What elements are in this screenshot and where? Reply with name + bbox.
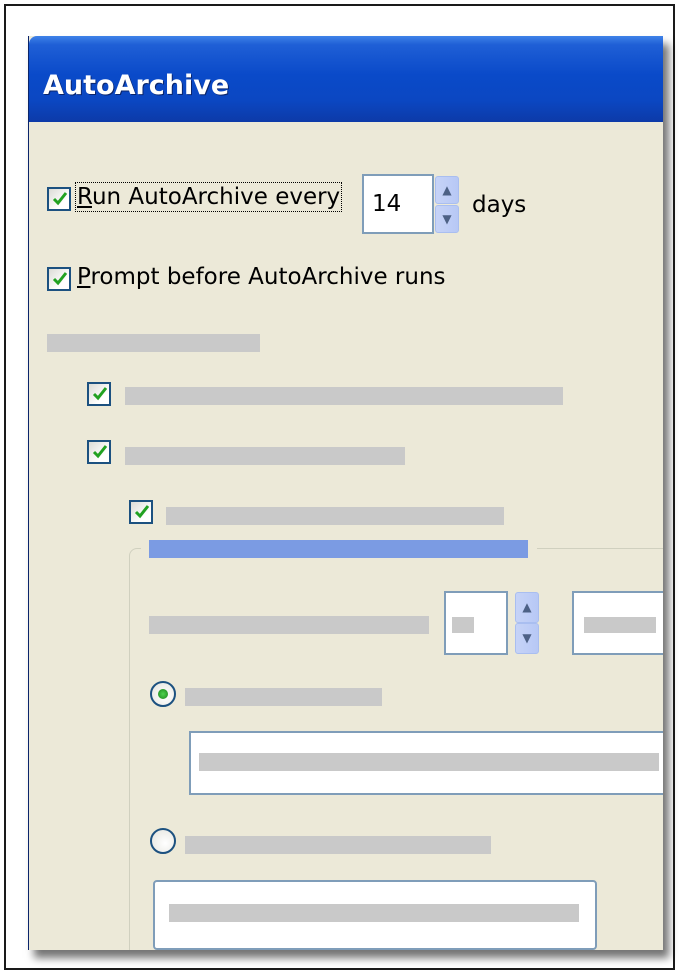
up-arrow-icon[interactable]: ▲ <box>515 592 539 623</box>
placeholder-group-title <box>149 540 528 558</box>
interval-unit-label: days <box>472 192 527 218</box>
obscured-spin-input[interactable] <box>444 591 508 655</box>
prompt-before-label[interactable]: Prompt before AutoArchive runs <box>77 264 446 290</box>
up-arrow-icon[interactable]: ▲ <box>435 176 459 204</box>
placeholder-label <box>166 507 504 525</box>
run-label-rest: un AutoArchive every <box>91 184 341 210</box>
check-icon <box>52 272 68 286</box>
obscured-dropdown[interactable] <box>572 591 663 655</box>
obscured-text-field-2[interactable] <box>153 880 597 950</box>
dialog-title: AutoArchive <box>43 70 230 101</box>
run-mnemonic: R <box>77 184 92 210</box>
prompt-before-checkbox[interactable] <box>47 267 71 291</box>
check-icon <box>92 445 108 459</box>
run-autoarchive-label[interactable]: Run AutoArchive every <box>74 182 343 212</box>
obscured-checkbox-1[interactable] <box>87 382 111 406</box>
obscured-spinner[interactable]: ▲ ▼ <box>515 592 539 654</box>
placeholder-label <box>125 447 405 465</box>
down-arrow-icon[interactable]: ▼ <box>515 623 539 654</box>
radio-dot <box>158 689 168 699</box>
prompt-label-rest: rompt before AutoArchive runs <box>90 264 446 290</box>
obscured-radio-2[interactable] <box>150 828 176 854</box>
placeholder-value <box>169 904 579 922</box>
check-icon <box>52 192 68 206</box>
check-icon <box>92 387 108 401</box>
obscured-text-field-1[interactable] <box>189 731 663 795</box>
obscured-checkbox-2[interactable] <box>87 440 111 464</box>
title-bar[interactable]: AutoArchive <box>29 36 663 122</box>
placeholder-label <box>125 387 563 405</box>
prompt-mnemonic: P <box>77 264 91 290</box>
interval-spinner[interactable]: ▲ ▼ <box>435 176 459 234</box>
placeholder-label <box>149 616 429 634</box>
check-icon <box>134 505 150 519</box>
run-autoarchive-checkbox[interactable] <box>47 187 71 211</box>
obscured-radio-1[interactable] <box>150 681 176 707</box>
screenshot-frame: AutoArchive Run AutoArchive every 14 ▲ ▼… <box>4 4 675 970</box>
placeholder-value <box>199 753 659 771</box>
obscured-checkbox-3[interactable] <box>129 500 153 524</box>
placeholder-label <box>185 688 382 706</box>
interval-input[interactable]: 14 <box>362 174 434 234</box>
placeholder-value <box>452 617 474 633</box>
placeholder-label <box>47 334 260 352</box>
autoarchive-dialog: AutoArchive Run AutoArchive every 14 ▲ ▼… <box>28 36 663 950</box>
placeholder-value <box>584 617 656 633</box>
placeholder-label <box>185 836 491 854</box>
down-arrow-icon[interactable]: ▼ <box>435 205 459 233</box>
